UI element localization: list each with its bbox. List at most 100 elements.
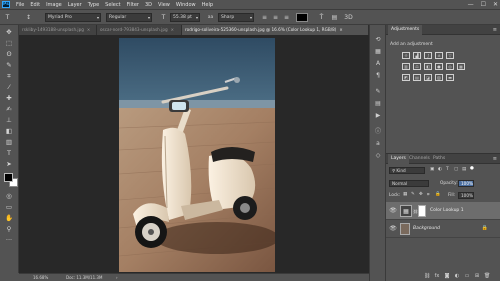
blend-mode-select[interactable]: Normal	[389, 180, 429, 187]
filter-pixel-icon[interactable]: ▣	[430, 167, 434, 172]
photo-filter-icon[interactable]: ●	[435, 63, 443, 70]
close-icon[interactable]: ×	[87, 27, 90, 32]
tab-adjustments[interactable]: Adjustments	[388, 25, 423, 35]
levels-icon[interactable]: ▟	[413, 52, 421, 59]
menu-filter[interactable]: Filter	[127, 2, 139, 8]
foreground-color-swatch[interactable]	[4, 173, 13, 182]
character-panel-icon[interactable]: ▤	[330, 13, 339, 22]
channel-mixer-icon[interactable]: ◎	[446, 63, 454, 70]
history-icon[interactable]: ⟲	[373, 35, 383, 44]
lock-position-icon[interactable]: ✥	[419, 192, 423, 197]
anti-alias-select[interactable]: Sharp ▾	[218, 13, 254, 22]
menu-type[interactable]: Type	[88, 2, 99, 8]
layer-filter-kind-select[interactable]: ⚲ Kind	[389, 167, 425, 174]
opacity-field[interactable]: 100%	[458, 180, 474, 187]
font-family-select[interactable]: Myriad Pro ▾	[45, 13, 101, 22]
menu-layer[interactable]: Layer	[68, 2, 82, 8]
info-icon[interactable]: ⓘ	[373, 127, 383, 136]
eye-icon[interactable]: 👁	[389, 207, 397, 215]
panel-menu-icon[interactable]: ≡	[493, 154, 497, 164]
move-tool-icon[interactable]: ✥	[2, 27, 16, 37]
layer-row-background[interactable]: 👁 Background 🔒	[386, 220, 500, 238]
layer-name[interactable]: Background	[413, 226, 440, 231]
new-adjustment-layer-icon[interactable]: ◐	[454, 273, 460, 279]
screen-mode-icon[interactable]: ▭	[2, 202, 16, 212]
eraser-tool-icon[interactable]: ◧	[2, 126, 16, 136]
text-color-swatch[interactable]	[296, 13, 308, 22]
hand-tool-icon[interactable]: ✋	[2, 213, 16, 223]
filter-toggle-icon[interactable]: ●	[470, 166, 474, 171]
new-layer-icon[interactable]: ⊞	[474, 273, 480, 279]
layer-style-icon[interactable]: fx	[434, 273, 440, 279]
warp-text-icon[interactable]: Ť	[317, 13, 326, 22]
close-icon[interactable]: ×	[171, 27, 174, 32]
actions-icon[interactable]: ▶	[373, 111, 383, 120]
filter-type-icon[interactable]: T	[446, 167, 449, 172]
path-select-tool-icon[interactable]: ➤	[2, 159, 16, 169]
selective-color-icon[interactable]: ▨	[435, 74, 443, 81]
lock-all-icon[interactable]: 🔒	[435, 192, 441, 197]
healing-brush-tool-icon[interactable]: ✚	[2, 93, 16, 103]
vibrance-icon[interactable]: ▽	[446, 52, 454, 59]
align-right-icon[interactable]: ≡	[282, 13, 291, 22]
filter-adjustment-icon[interactable]: ◐	[438, 167, 442, 172]
crop-tool-icon[interactable]: ⌗	[2, 71, 16, 81]
menu-view[interactable]: View	[158, 2, 170, 8]
type-tool-preset-icon[interactable]: T	[3, 13, 12, 22]
menu-3d[interactable]: 3D	[145, 2, 152, 8]
brush-tool-icon[interactable]: ✍	[2, 104, 16, 114]
hue-saturation-icon[interactable]: ▥	[402, 63, 410, 70]
lock-artboard-icon[interactable]: ⌗	[427, 192, 430, 198]
menu-select[interactable]: Select	[105, 2, 120, 8]
document-tab[interactable]: rskliby-1493188-unsplash.jpg ×	[19, 25, 97, 35]
maximize-icon[interactable]: ☐	[481, 1, 486, 8]
lock-icon[interactable]: 🔒	[482, 225, 488, 231]
photoshop-logo[interactable]: Ps	[2, 1, 10, 8]
zoom-tool-icon[interactable]: ⚲	[2, 224, 16, 234]
align-left-icon[interactable]: ≡	[260, 13, 269, 22]
clone-stamp-tool-icon[interactable]: ⊥	[2, 115, 16, 125]
lock-transparent-icon[interactable]: ▦	[403, 192, 407, 197]
layer-name[interactable]: Color Lookup 1	[430, 208, 464, 213]
menu-file[interactable]: File	[16, 2, 24, 8]
close-icon[interactable]: ✕	[493, 1, 498, 8]
align-center-icon[interactable]: ≡	[271, 13, 280, 22]
eye-icon[interactable]: 👁	[389, 225, 397, 233]
gradient-map-icon[interactable]: ▬	[446, 74, 454, 81]
eyedropper-tool-icon[interactable]: ⁄	[2, 82, 16, 92]
exposure-icon[interactable]: ±	[435, 52, 443, 59]
properties-icon[interactable]: ▦	[373, 47, 383, 56]
document-tab-active[interactable]: rodrigo-soliveira-525360-unsplash.jpg @ …	[182, 25, 369, 35]
brightness-contrast-icon[interactable]: ☼	[402, 52, 410, 59]
panel-menu-icon[interactable]: ≡	[493, 25, 497, 35]
glyphs-icon[interactable]: a	[373, 139, 383, 148]
more-tools-icon[interactable]: ···	[2, 235, 16, 245]
lasso-tool-icon[interactable]: ʘ	[2, 49, 16, 59]
paragraph-icon[interactable]: ¶	[373, 71, 383, 80]
font-size-field[interactable]: 55.38 pt ▾	[170, 13, 200, 22]
status-menu-arrow-icon[interactable]: ›	[116, 274, 118, 281]
minimize-icon[interactable]: —	[468, 1, 474, 8]
filter-smart-object-icon[interactable]: ▤	[462, 167, 466, 172]
delete-layer-icon[interactable]: 🗑	[484, 273, 490, 279]
quick-select-tool-icon[interactable]: ✎	[2, 60, 16, 70]
menu-edit[interactable]: Edit	[30, 2, 40, 8]
gradient-tool-icon[interactable]: ▥	[2, 137, 16, 147]
posterize-icon[interactable]: ▤	[413, 74, 421, 81]
add-mask-icon[interactable]: ◙	[444, 273, 450, 279]
layer-mask-thumbnail[interactable]	[418, 205, 426, 217]
3d-icon[interactable]: 3D	[344, 13, 353, 22]
navigator-icon[interactable]: ◇	[373, 151, 383, 160]
close-icon[interactable]: ×	[339, 27, 342, 32]
canvas-area[interactable]	[19, 35, 369, 273]
brush-settings-icon[interactable]: ✎	[373, 87, 383, 96]
link-layers-icon[interactable]: ⛓	[424, 273, 430, 279]
text-orientation-icon[interactable]: ↕	[24, 13, 33, 22]
color-lookup-icon[interactable]: ▦	[457, 63, 465, 70]
fill-field[interactable]: 100%	[458, 192, 474, 199]
tab-paths[interactable]: Paths	[430, 154, 448, 164]
character-icon[interactable]: A	[373, 59, 383, 68]
document-image[interactable]	[119, 38, 275, 272]
lock-image-icon[interactable]: ✎	[411, 192, 415, 197]
type-tool-icon[interactable]: T	[2, 148, 16, 158]
